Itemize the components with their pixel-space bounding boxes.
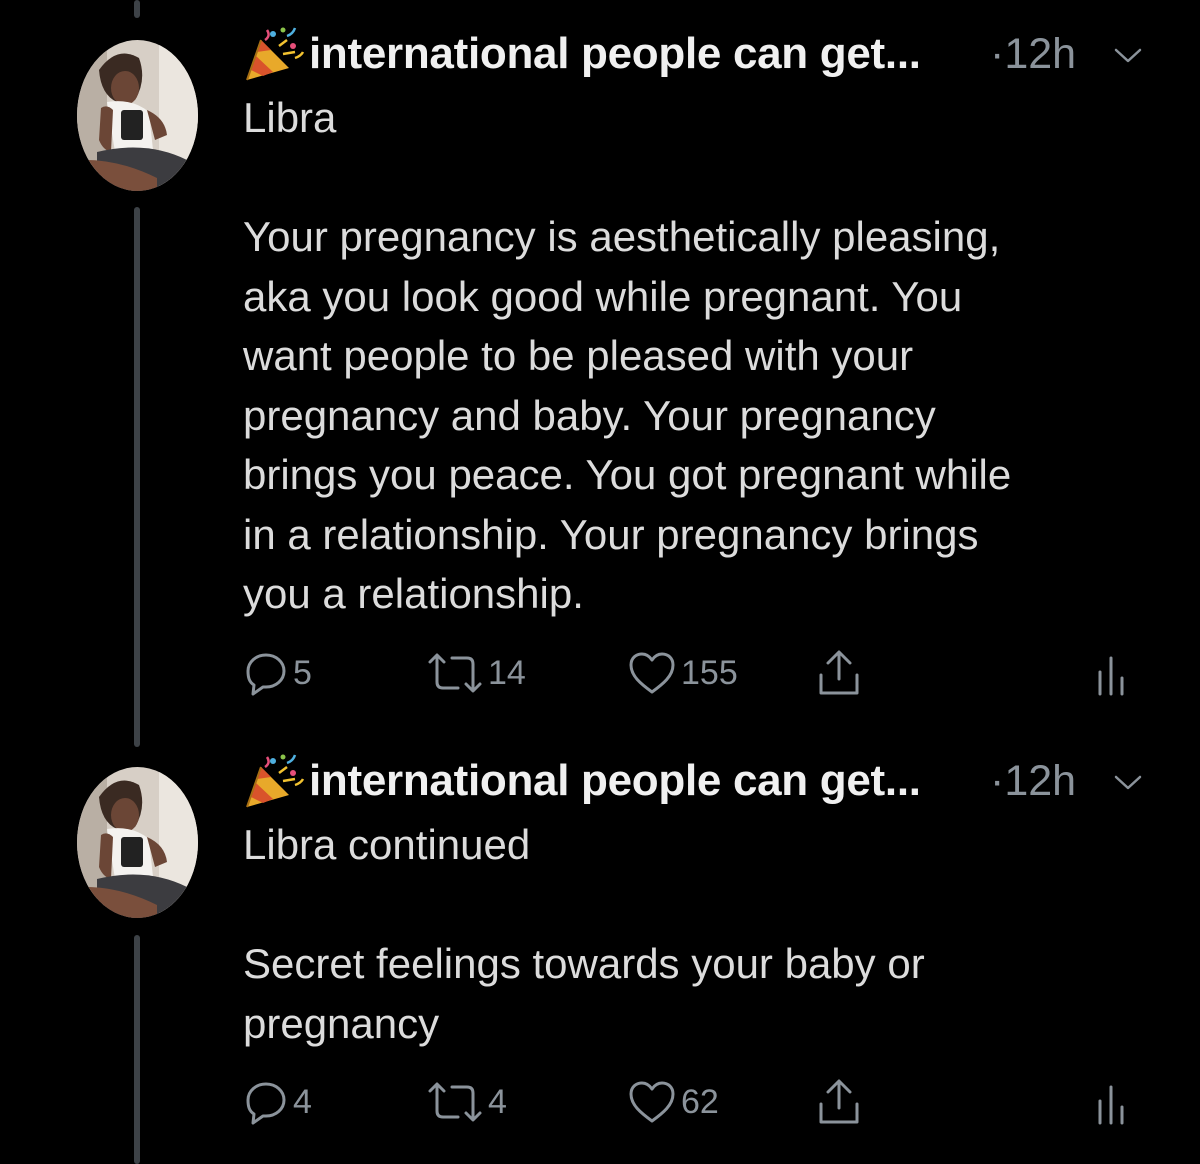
chevron-down-icon[interactable] bbox=[1112, 773, 1144, 793]
share-icon bbox=[819, 650, 859, 695]
tweet[interactable]: international people can get... ·12h Lib… bbox=[0, 0, 1200, 720]
like-count: 155 bbox=[681, 653, 738, 692]
reply-icon bbox=[246, 1082, 286, 1125]
heart-icon bbox=[629, 652, 675, 694]
tweet-actions: 4 4 62 bbox=[243, 1077, 1143, 1127]
reply-count: 5 bbox=[293, 653, 312, 692]
tweet[interactable]: international people can get... ·12h Lib… bbox=[0, 720, 1200, 1164]
share-button[interactable] bbox=[815, 648, 863, 698]
like-button[interactable]: 62 bbox=[627, 1077, 719, 1127]
retweet-button[interactable]: 14 bbox=[426, 648, 526, 698]
timestamp[interactable]: ·12h bbox=[990, 30, 1076, 79]
party-popper-icon bbox=[246, 754, 305, 808]
retweet-icon bbox=[428, 1082, 482, 1122]
avatar[interactable] bbox=[77, 40, 198, 191]
reply-button[interactable]: 5 bbox=[243, 648, 312, 698]
avatar-photo bbox=[77, 40, 198, 191]
chevron-down-icon[interactable] bbox=[1112, 46, 1144, 66]
party-popper-icon bbox=[246, 27, 305, 81]
like-button[interactable]: 155 bbox=[627, 648, 738, 698]
avatar[interactable] bbox=[77, 767, 198, 918]
author-name[interactable]: international people can get... bbox=[309, 29, 921, 79]
heart-icon bbox=[629, 1081, 675, 1123]
analytics-icon bbox=[1098, 1085, 1124, 1125]
tweet-actions: 5 14 155 bbox=[243, 648, 1143, 698]
reply-button[interactable]: 4 bbox=[243, 1077, 312, 1127]
reply-icon bbox=[246, 653, 286, 696]
tweet-text: Libra continued Secret feelings towards … bbox=[243, 821, 925, 1047]
timestamp[interactable]: ·12h bbox=[990, 757, 1076, 806]
tweet-header: international people can get... bbox=[243, 751, 921, 811]
reply-count: 4 bbox=[293, 1082, 312, 1121]
retweet-count: 4 bbox=[488, 1082, 507, 1121]
analytics-button[interactable] bbox=[1095, 648, 1127, 698]
retweet-icon bbox=[428, 653, 482, 693]
tweet-header: international people can get... bbox=[243, 24, 921, 84]
retweet-count: 14 bbox=[488, 653, 526, 692]
analytics-button[interactable] bbox=[1095, 1077, 1127, 1127]
author-name[interactable]: international people can get... bbox=[309, 756, 921, 806]
share-button[interactable] bbox=[815, 1077, 863, 1127]
like-count: 62 bbox=[681, 1082, 719, 1121]
analytics-icon bbox=[1098, 656, 1124, 696]
tweet-text: Libra Your pregnancy is aesthetically pl… bbox=[243, 94, 1012, 617]
share-icon bbox=[819, 1079, 859, 1124]
retweet-button[interactable]: 4 bbox=[426, 1077, 507, 1127]
avatar-photo bbox=[77, 767, 198, 918]
